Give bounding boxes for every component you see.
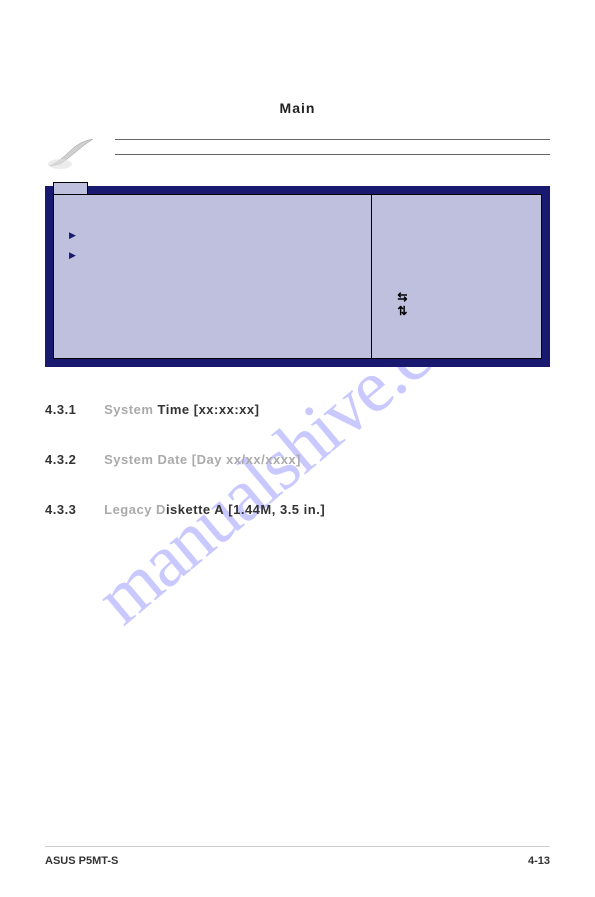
bios-arrow-icon: ▶: [69, 245, 361, 265]
section-item: 4.3.3 Legacy Diskette A Legacy Diskette …: [45, 502, 550, 517]
section-item: 4.3.1 System System TimeTime [xx:xx:xx]: [45, 402, 550, 417]
note-lines: [115, 139, 550, 169]
section-value: [1.44M, 3.5 in.]: [228, 502, 325, 517]
section-number: 4.3.3: [45, 502, 100, 517]
bios-right-panel: ⇆⇅: [372, 195, 541, 358]
page-footer: ASUS P5MT-S 4-13: [45, 846, 550, 867]
footer-product: ASUS P5MT-S: [45, 855, 118, 867]
section-title: System System TimeTime: [104, 402, 189, 417]
bios-arrow-icon: ▶: [69, 225, 361, 245]
section-value: [xx:xx:xx]: [194, 402, 260, 417]
bios-screenshot: ▶ ▶ ⇆⇅: [45, 186, 550, 367]
quill-icon: [45, 136, 100, 171]
section-title: System Date: [104, 452, 188, 467]
footer-page-number: 4-13: [528, 855, 550, 867]
section-item: 4.3.2 System Date [Day xx/xx/xxxx]: [45, 452, 550, 467]
bios-left-panel: ▶ ▶: [54, 195, 372, 358]
section-number: 4.3.2: [45, 452, 100, 467]
section-value: [Day xx/xx/xxxx]: [192, 452, 301, 467]
bios-nav-icon: ⇆⇅: [397, 290, 407, 318]
note-section: [45, 136, 550, 171]
menu-title: Main: [45, 100, 550, 116]
page-content: Main ▶ ▶ ⇆⇅ 4.3.1 Syste: [0, 0, 595, 592]
section-title: Legacy Diskette A: [104, 502, 224, 517]
section-number: 4.3.1: [45, 402, 100, 417]
